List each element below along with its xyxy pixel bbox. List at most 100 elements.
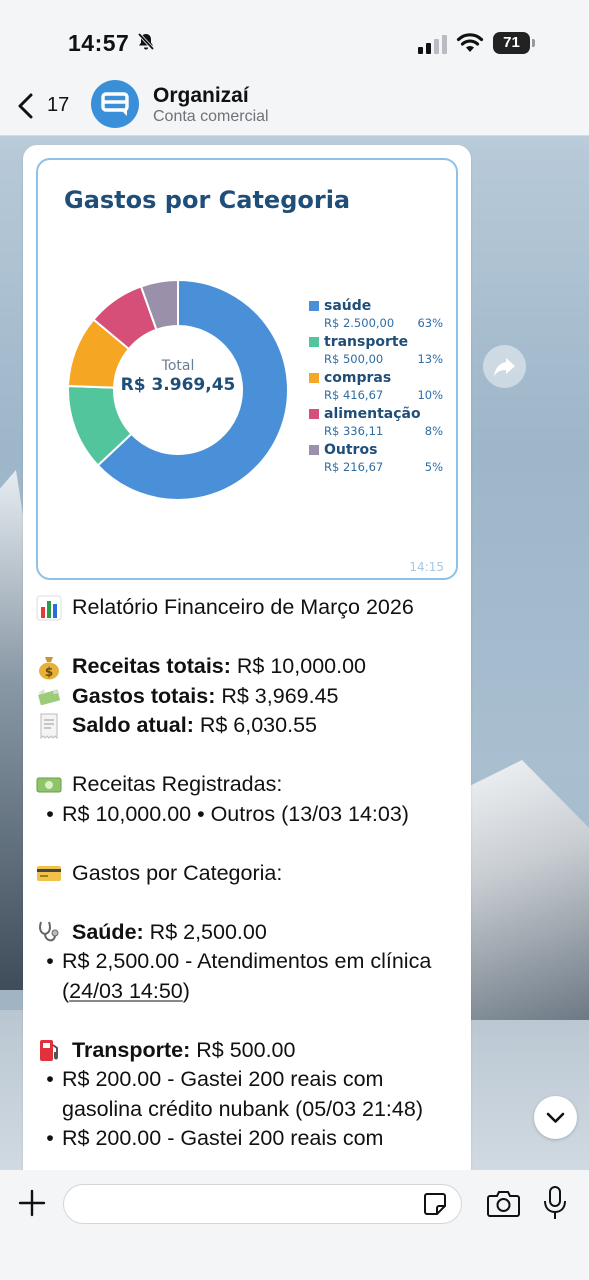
avatar[interactable] <box>91 80 139 128</box>
balance-line: Saldo atual: R$ 6,030.55 <box>36 711 466 741</box>
fuel-pump-icon <box>36 1037 62 1063</box>
legend-amount-3: R$ 336,11 <box>324 424 383 438</box>
legend-percent-0: 63% <box>417 316 443 330</box>
unread-count[interactable]: 17 <box>47 94 69 117</box>
health-item-close: ) <box>182 978 190 1003</box>
registered-income-title-line: Receitas Registradas: <box>36 770 466 800</box>
chart-image[interactable]: Gastos por Categoria Total R$ 3.969,45 s… <box>36 158 458 580</box>
scroll-to-bottom-button[interactable] <box>534 1096 577 1139</box>
legend-label-4: Outros <box>324 442 377 458</box>
health-item: R$ 2,500.00 - Atendimentos em clínica (2… <box>62 947 466 1006</box>
legend-swatch-2 <box>309 373 319 383</box>
list-item: • R$ 10,000.00 • Outros (13/03 14:03) <box>36 800 466 830</box>
report-title: Relatório Financeiro de Março 2026 <box>72 595 414 619</box>
balance-label: Saldo atual: <box>72 713 194 737</box>
contact-name[interactable]: Organizaí <box>153 84 249 108</box>
legend-label-1: transporte <box>324 334 408 350</box>
bullet: • <box>46 1067 54 1091</box>
money-bag-icon: $ <box>36 654 62 680</box>
battery-indicator: 71 <box>493 32 535 54</box>
legend-percent-2: 10% <box>417 388 443 402</box>
wifi-icon <box>456 33 484 52</box>
donut-chart: Gastos por Categoria Total R$ 3.969,45 s… <box>64 186 443 501</box>
plus-icon[interactable] <box>17 1188 47 1218</box>
transport-category-line: Transporte: R$ 500.00 <box>36 1036 466 1066</box>
transport-label: Transporte: <box>72 1037 191 1062</box>
health-item-date-link[interactable]: 24/03 14:50 <box>69 979 183 1003</box>
health-value: R$ 2,500.00 <box>143 919 267 944</box>
battery-tip <box>532 39 535 47</box>
chart-center-value: R$ 3.969,45 <box>121 375 236 395</box>
legend-swatch-3 <box>309 409 319 419</box>
balance-value: R$ 6,030.55 <box>193 713 317 737</box>
transport-value: R$ 500.00 <box>190 1037 296 1062</box>
credit-card-icon <box>36 860 62 886</box>
legend-label-3: alimentação <box>324 406 421 422</box>
health-category-line: Saúde: R$ 2,500.00 <box>36 918 466 948</box>
legend-swatch-0 <box>309 301 319 311</box>
income-total-line: $ Receitas totais: R$ 10,000.00 <box>36 652 466 682</box>
registered-income-title: Receitas Registradas: <box>72 772 283 796</box>
forward-arrow-icon <box>494 358 515 376</box>
chat-bubble-logo-icon <box>101 92 129 116</box>
bullet: • <box>46 949 54 973</box>
legend-swatch-1 <box>309 337 319 347</box>
status-bar: 14:57 71 <box>0 0 589 80</box>
categories-title-line: Gastos por Categoria: <box>36 859 466 889</box>
list-item: • R$ 2,500.00 - Atendimentos em clínica … <box>36 947 466 1006</box>
legend-label-2: compras <box>324 370 391 386</box>
message-input[interactable] <box>63 1184 462 1224</box>
sticker-icon[interactable] <box>422 1191 448 1217</box>
legend-label-0: saúde <box>324 298 371 314</box>
legend-amount-2: R$ 416,67 <box>324 388 383 402</box>
bar-chart-icon <box>36 595 62 621</box>
cellular-signal-icon <box>418 35 447 54</box>
expenses-total-line: Gastos totais: R$ 3,969.45 <box>36 682 466 712</box>
receipt-icon <box>36 713 62 739</box>
message-bubble: Gastos por Categoria Total R$ 3.969,45 s… <box>23 145 471 1185</box>
categories-title: Gastos por Categoria: <box>72 860 283 885</box>
legend-percent-4: 5% <box>425 460 443 474</box>
battery-level: 71 <box>493 32 530 54</box>
bell-muted-icon <box>137 32 155 51</box>
bullet: • <box>46 1126 54 1150</box>
status-time: 14:57 <box>68 30 130 56</box>
bullet: • <box>46 801 54 826</box>
contact-subtitle: Conta comercial <box>153 108 269 125</box>
forward-button[interactable] <box>483 345 526 388</box>
report-title-line: Relatório Financeiro de Março 2026 <box>36 593 466 623</box>
dollar-banknote-icon <box>36 772 62 798</box>
expenses-total-value: R$ 3,969.45 <box>215 683 339 708</box>
transport-item: R$ 200.00 - Gastei 200 reais com gasolin… <box>62 1067 423 1121</box>
chart-center-label: Total <box>161 358 195 374</box>
legend-percent-1: 13% <box>417 352 443 366</box>
legend-percent-3: 8% <box>425 424 443 438</box>
list-item: • R$ 200.00 - Gastei 200 reais com gasol… <box>36 1065 466 1124</box>
list-item: • R$ 200.00 - Gastei 200 reais com <box>36 1124 466 1154</box>
transport-item: R$ 200.00 - Gastei 200 reais com <box>62 1126 384 1150</box>
message-composer <box>0 1170 589 1280</box>
background-mountain-right <box>459 760 589 1020</box>
microphone-icon[interactable] <box>543 1186 567 1220</box>
back-chevron-icon[interactable] <box>16 92 34 120</box>
money-with-wings-icon <box>36 683 62 709</box>
registered-income-item: R$ 10,000.00 • Outros (13/03 14:03) <box>62 801 409 826</box>
chevron-down-icon <box>546 1112 565 1123</box>
report-message-text: Relatório Financeiro de Março 2026 $ Rec… <box>36 593 466 1154</box>
legend-amount-1: R$ 500,00 <box>324 352 383 366</box>
income-total-label: Receitas totais: <box>72 654 231 678</box>
chart-title: Gastos por Categoria <box>64 186 350 214</box>
legend-amount-0: R$ 2.500,00 <box>324 316 394 330</box>
expenses-total-label: Gastos totais: <box>72 683 216 708</box>
stethoscope-icon <box>36 919 62 945</box>
income-total-value: R$ 10,000.00 <box>230 654 367 678</box>
svg-text:$: $ <box>45 665 53 679</box>
camera-icon[interactable] <box>487 1189 520 1217</box>
chart-timestamp: 14:15 <box>409 560 444 574</box>
health-label: Saúde: <box>72 919 144 944</box>
